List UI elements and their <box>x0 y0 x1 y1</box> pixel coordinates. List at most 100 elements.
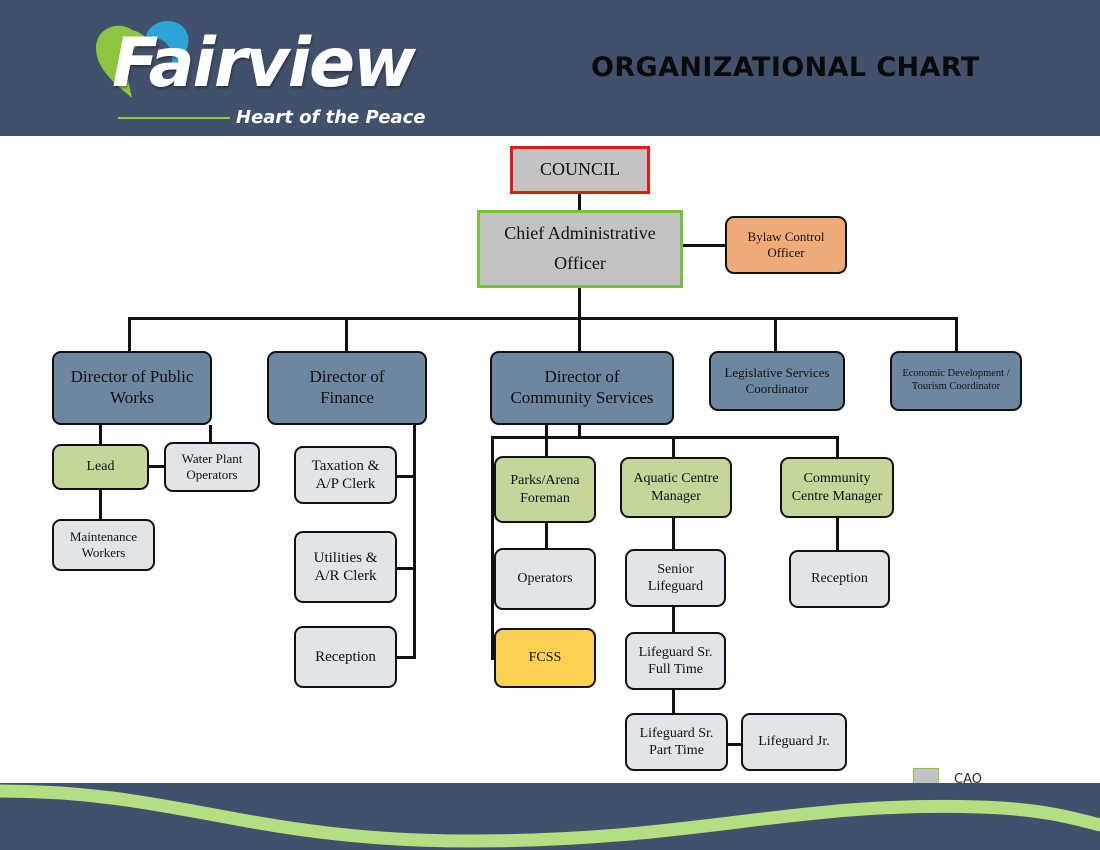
node-fcss-label: FCSS <box>528 650 562 666</box>
page-title: ORGANIZATIONAL CHART <box>591 52 980 83</box>
node-director-of-community-services[interactable]: Director of Community Services <box>490 351 674 425</box>
connector-drop-dcs <box>578 317 581 351</box>
footer-wave-decoration <box>0 784 1100 848</box>
node-lead[interactable]: Lead <box>52 444 149 490</box>
node-maintenance-workers[interactable]: Maintenance Workers <box>52 519 155 571</box>
connector-cao-bylaw <box>683 244 725 247</box>
connector-dcs-ccm <box>836 436 839 457</box>
connector-dcs-aqm <box>672 436 675 457</box>
node-parks-arena-foreman[interactable]: Parks/Arena Foreman <box>494 456 596 523</box>
node-council-label: COUNCIL <box>540 159 620 180</box>
node-lgpt-label-line2: Part Time <box>649 743 704 758</box>
node-ccm-label-line2: Centre Manager <box>791 488 883 504</box>
connector-drop-edtc <box>955 317 958 351</box>
node-dof-label-line1: Director of <box>309 367 385 387</box>
node-lead-label: Lead <box>86 459 115 475</box>
connector-parks-ops <box>545 523 548 549</box>
node-tax-label-line2: A/P Clerk <box>315 476 376 492</box>
node-senior-lifeguard[interactable]: Senior Lifeguard <box>625 549 726 607</box>
node-util-label-line2: A/R Clerk <box>314 568 377 584</box>
node-dpw-label-line2: Works <box>110 388 154 407</box>
node-edtc-label-line2: Tourism Coordinator <box>911 381 1001 392</box>
node-parks-label-line2: Foreman <box>520 490 570 506</box>
node-reception-finance-label: Reception <box>315 648 376 665</box>
node-tax-label-line1: Taxation & <box>311 457 380 474</box>
node-bylaw-label-line2: Officer <box>767 245 805 260</box>
node-council[interactable]: COUNCIL <box>510 146 650 194</box>
node-lifeguard-sr-full-time[interactable]: Lifeguard Sr. Full Time <box>625 632 726 690</box>
connector-lead-wpo <box>149 465 165 468</box>
node-director-of-public-works[interactable]: Director of Public Works <box>52 351 212 425</box>
connector-srlg-lgft <box>672 606 675 633</box>
logo-wordmark: Fairview <box>112 24 416 103</box>
node-operators-label: Operators <box>517 571 573 587</box>
node-utilities-ar-clerk[interactable]: Utilities & A/R Clerk <box>294 531 397 603</box>
fairview-logo: Fairview Heart of the Peace <box>88 14 428 128</box>
node-lsc-label-line1: Legislative Services <box>724 365 830 381</box>
page-footer <box>0 783 1100 850</box>
org-chart-page: Fairview Heart of the Peace ORGANIZATION… <box>0 0 1100 850</box>
org-chart-canvas: COUNCIL Chief Administrative Officer Byl… <box>0 136 1100 850</box>
node-dpw-label-line1: Director of Public <box>70 367 194 387</box>
node-dof-label-line2: Finance <box>320 388 374 407</box>
node-maint-label-line2: Workers <box>81 545 126 560</box>
connector-ccm-recep <box>836 518 839 550</box>
node-lgft-label-line1: Lifeguard Sr. <box>638 644 713 660</box>
node-community-centre-manager[interactable]: Community Centre Manager <box>780 457 894 518</box>
node-aqm-label-line2: Manager <box>651 488 701 504</box>
node-lgft-label-line2: Full Time <box>648 662 703 677</box>
connector-drop-dof <box>345 317 348 351</box>
node-util-label-line1: Utilities & <box>313 549 378 566</box>
node-director-of-finance[interactable]: Director of Finance <box>267 351 427 425</box>
connector-dcs-bar-stem <box>578 425 581 437</box>
node-chief-administrative-officer[interactable]: Chief Administrative Officer <box>477 210 683 288</box>
node-srlg-label-line2: Lifeguard <box>647 579 704 594</box>
connector-dof-recep <box>396 656 416 659</box>
node-lifeguard-sr-part-time[interactable]: Lifeguard Sr. Part Time <box>625 713 728 771</box>
connector-dcs-top-bar <box>504 436 838 439</box>
connector-dof-spine <box>413 425 416 659</box>
connector-cao-stem <box>578 287 581 319</box>
node-edtc-label-line1: Economic Development / <box>902 368 1010 380</box>
node-wpo-label-line1: Water Plant <box>181 451 243 467</box>
node-cao-label-line2: Officer <box>554 253 606 273</box>
connector-lead-maint <box>99 489 102 520</box>
node-aqm-label-line1: Aquatic Centre <box>633 471 719 487</box>
node-lifeguard-jr[interactable]: Lifeguard Jr. <box>741 713 847 771</box>
connector-dcs-parks <box>545 425 548 456</box>
node-aquatic-centre-manager[interactable]: Aquatic Centre Manager <box>620 457 732 518</box>
connector-dpw-lead <box>99 425 102 444</box>
node-operators[interactable]: Operators <box>494 548 596 610</box>
node-dcs-label-line2: Community Services <box>510 388 654 407</box>
connector-dcs-fcss-top <box>491 436 507 439</box>
node-bylaw-label-line1: Bylaw Control <box>747 229 825 245</box>
node-reception-community-centre[interactable]: Reception <box>789 550 890 608</box>
node-lgjr-label: Lifeguard Jr. <box>758 734 830 750</box>
node-cao-label-line1: Chief Administrative <box>504 223 656 244</box>
node-parks-label-line1: Parks/Arena <box>510 473 580 489</box>
connector-distribution-bar <box>128 317 958 320</box>
node-ccm-label-line1: Community <box>803 471 871 487</box>
connector-dof-util <box>396 567 416 570</box>
node-bylaw-control-officer[interactable]: Bylaw Control Officer <box>725 216 847 274</box>
node-lgpt-label-line1: Lifeguard Sr. <box>639 725 714 741</box>
node-water-plant-operators[interactable]: Water Plant Operators <box>164 442 260 492</box>
connector-dof-tax <box>396 475 416 478</box>
node-srlg-label-line1: Senior <box>657 561 694 577</box>
logo-divider-rule <box>118 117 230 119</box>
node-wpo-label-line2: Operators <box>186 467 238 482</box>
connector-drop-lsc <box>774 317 777 351</box>
connector-lgpt-lgjr <box>728 743 742 746</box>
node-legislative-services-coordinator[interactable]: Legislative Services Coordinator <box>709 351 845 411</box>
node-fcss[interactable]: FCSS <box>494 628 596 688</box>
node-taxation-ap-clerk[interactable]: Taxation & A/P Clerk <box>294 446 397 504</box>
node-maint-label-line1: Maintenance <box>69 529 138 545</box>
node-lsc-label-line2: Coordinator <box>745 381 809 396</box>
node-reception-cc-label: Reception <box>811 571 868 587</box>
connector-drop-dpw <box>128 317 131 351</box>
logo-tagline: Heart of the Peace <box>236 107 426 128</box>
node-economic-development-tourism-coordinator[interactable]: Economic Development / Tourism Coordinat… <box>890 351 1022 411</box>
connector-aqm-srlg <box>672 518 675 550</box>
node-reception-finance[interactable]: Reception <box>294 626 397 688</box>
page-header: Fairview Heart of the Peace ORGANIZATION… <box>0 0 1100 136</box>
